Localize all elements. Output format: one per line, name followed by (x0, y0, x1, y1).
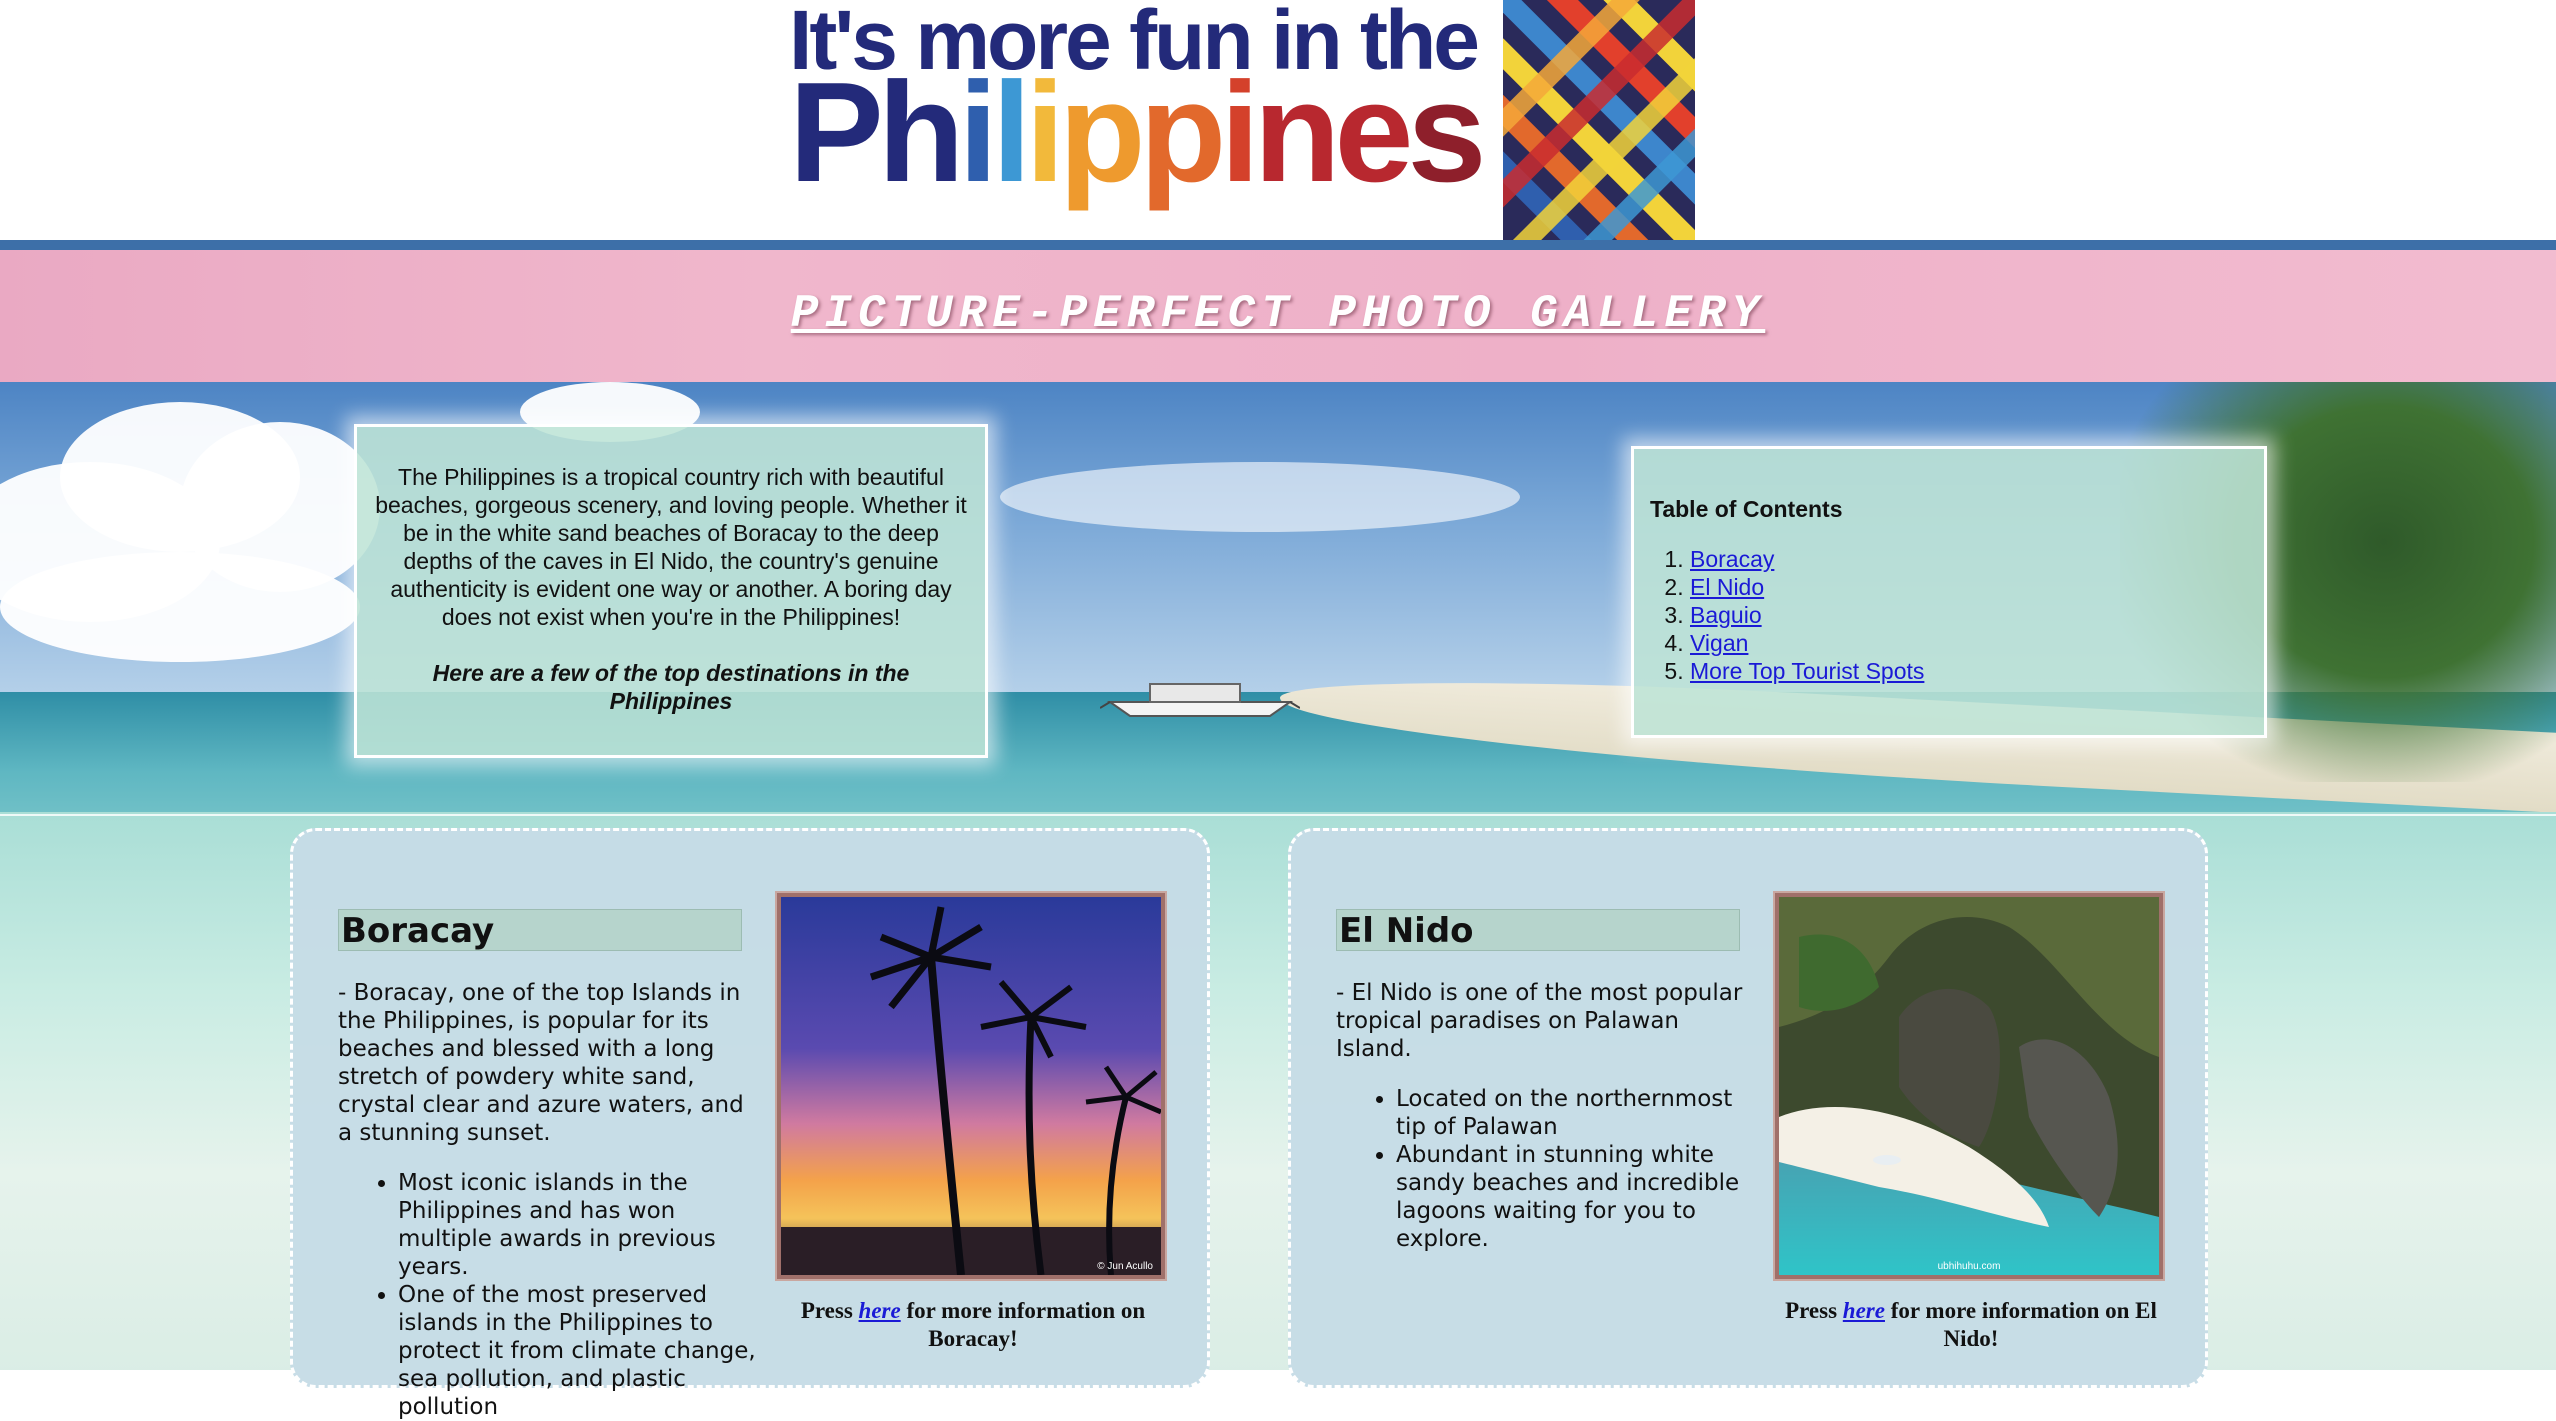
card-description: - El Nido is one of the most popular tro… (1336, 980, 1743, 1062)
table-of-contents: Table of Contents Boracay El Nido Baguio… (1631, 446, 2267, 738)
list-item: Boracay (1690, 545, 2248, 573)
card-bullet-list: Most iconic islands in the Philippines a… (338, 1169, 758, 1421)
card-caption: Press here for more information on El Ni… (1785, 1298, 2157, 1351)
list-item: More Top Tourist Spots (1690, 657, 2248, 685)
card-heading: El Nido (1336, 909, 1740, 951)
title-banner: PICTURE-PERFECT PHOTO GALLERY (0, 250, 2556, 382)
boracay-card: Boracay - Boracay, one of the top Island… (290, 828, 1210, 1420)
toc-link-el-nido[interactable]: El Nido (1690, 574, 1764, 600)
toc-link-baguio[interactable]: Baguio (1690, 602, 1762, 628)
list-item: Most iconic islands in the Philippines a… (398, 1169, 758, 1281)
list-item: Abundant in stunning white sandy beaches… (1396, 1141, 1756, 1253)
toc-list: Boracay El Nido Baguio Vigan More Top To… (1650, 545, 2248, 685)
tourism-logo: It's more fun in the Philippines (789, 0, 1709, 240)
list-item: One of the most preserved islands in the… (398, 1281, 758, 1421)
list-item: Baguio (1690, 601, 2248, 629)
toc-link-vigan[interactable]: Vigan (1690, 630, 1748, 656)
list-item: El Nido (1690, 573, 2248, 601)
site-header: It's more fun in the Philippines (0, 0, 2556, 240)
woven-pattern-icon (1503, 0, 1695, 240)
el-nido-card: El Nido - El Nido is one of the most pop… (1288, 828, 2208, 1388)
photo-credit: © Jun Acullo (1097, 1261, 1153, 1272)
card-description: - Boracay, one of the top Islands in the… (338, 980, 744, 1146)
toc-link-boracay[interactable]: Boracay (1690, 546, 1774, 572)
card-bullet-list: Located on the northernmost tip of Palaw… (1336, 1085, 1756, 1253)
card-body: - Boracay, one of the top Islands in the… (338, 979, 758, 1421)
card-body: - El Nido is one of the most popular tro… (1336, 979, 1756, 1253)
intro-paragraph: The Philippines is a tropical country ri… (375, 464, 967, 630)
intro-tagline: Here are a few of the top destinations i… (432, 660, 910, 714)
logo-wordmark: Philippines (789, 53, 1486, 212)
el-nido-lagoon-photo: ubhihuhu.com (1775, 893, 2163, 1279)
toc-title: Table of Contents (1650, 496, 1843, 522)
card-caption: Press here for more information on Borac… (800, 1298, 1146, 1351)
page-title: PICTURE-PERFECT PHOTO GALLERY (790, 288, 1766, 340)
section-divider (0, 814, 2556, 816)
toc-link-more-spots[interactable]: More Top Tourist Spots (1690, 658, 1924, 684)
intro-panel: The Philippines is a tropical country ri… (354, 424, 988, 758)
photo-credit: ubhihuhu.com (1938, 1261, 2001, 1272)
boat-icon (1100, 683, 1300, 717)
boracay-sunset-photo: © Jun Acullo (777, 893, 1165, 1279)
card-heading: Boracay (338, 909, 742, 951)
boracay-more-info-link[interactable]: here (859, 1298, 901, 1323)
el-nido-more-info-link[interactable]: here (1843, 1298, 1885, 1323)
list-item: Vigan (1690, 629, 2248, 657)
list-item: Located on the northernmost tip of Palaw… (1396, 1085, 1756, 1141)
